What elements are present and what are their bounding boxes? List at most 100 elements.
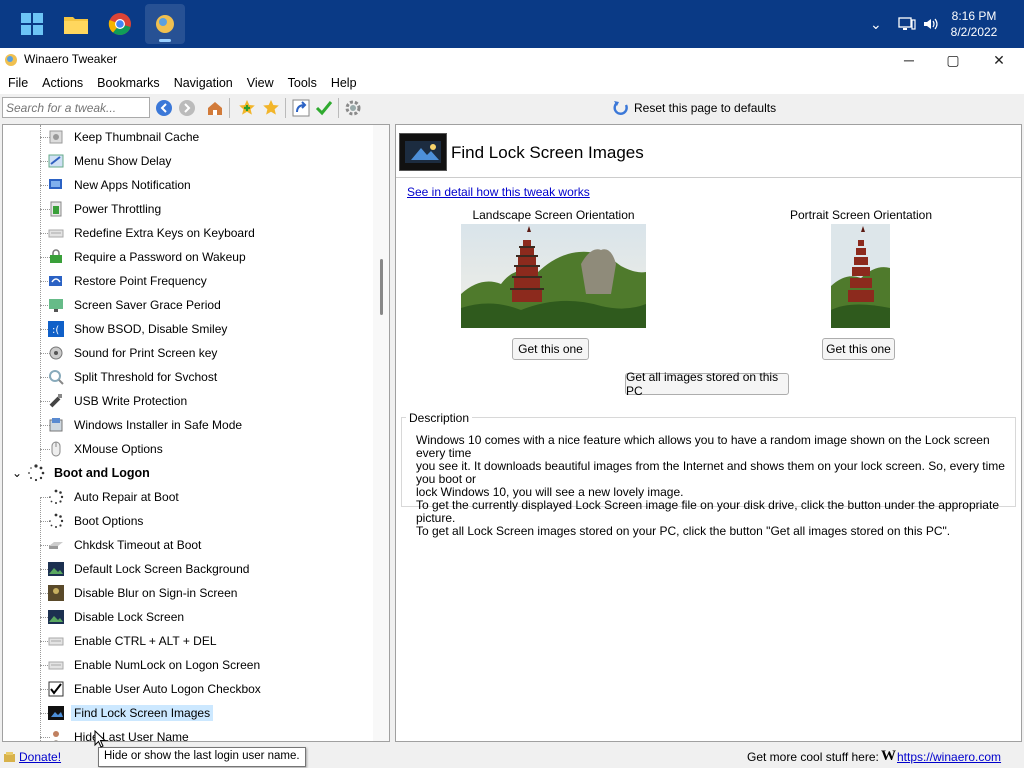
tree-item-default-lock-screen-background[interactable]: Default Lock Screen Background [47, 557, 252, 581]
tree-item-enable-numlock-on-logon-screen[interactable]: Enable NumLock on Logon Screen [47, 653, 263, 677]
tree-item-usb-write-protection[interactable]: USB Write Protection [47, 389, 190, 413]
windows-logo-icon [21, 13, 43, 35]
tree-item-power-throttling[interactable]: Power Throttling [47, 197, 164, 221]
add-bookmark-button[interactable] [237, 98, 257, 118]
tree-item-split-threshold-for-svchost[interactable]: Split Threshold for Svchost [47, 365, 220, 389]
screensaver-icon [47, 296, 65, 314]
tree-item-restore-point-frequency[interactable]: Restore Point Frequency [47, 269, 210, 293]
reset-page-button[interactable]: Reset this page to defaults [612, 98, 776, 118]
menu-actions[interactable]: Actions [35, 72, 90, 94]
tweak-content-panel: Find Lock Screen Images See in detail ho… [395, 124, 1022, 742]
tree-item-label: Windows Installer in Safe Mode [74, 418, 243, 432]
toolbar: Reset this page to defaults [0, 94, 1024, 122]
tree-item-new-apps-notification[interactable]: New Apps Notification [47, 173, 194, 197]
tree-item-screen-saver-grace-period[interactable]: Screen Saver Grace Period [47, 293, 224, 317]
home-icon [208, 102, 222, 115]
start-button[interactable] [12, 4, 52, 44]
password-icon [47, 248, 65, 266]
tree-item-windows-installer-in-safe-mode[interactable]: Windows Installer in Safe Mode [47, 413, 245, 437]
collapse-chevron-icon[interactable]: ⌄ [9, 466, 25, 480]
show-hidden-icons-button[interactable]: ⌄ [870, 0, 882, 48]
folder-icon [64, 17, 88, 34]
menu-help[interactable]: Help [324, 72, 364, 94]
tree-item-menu-show-delay[interactable]: Menu Show Delay [47, 149, 174, 173]
shortcut-button[interactable] [291, 98, 311, 118]
get-landscape-button[interactable]: Get this one [512, 338, 589, 360]
tree-item-require-a-password-on-wakeup[interactable]: Require a Password on Wakeup [47, 245, 249, 269]
star-icon [263, 100, 279, 115]
menu-tools[interactable]: Tools [281, 72, 324, 94]
menu-view[interactable]: View [240, 72, 281, 94]
tree-item-enable-ctrl-alt-del[interactable]: Enable CTRL + ALT + DEL [47, 629, 220, 653]
menu-bar: File Actions Bookmarks Navigation View T… [0, 72, 1024, 94]
tweak-tree[interactable]: Keep Thumbnail Cache Menu Show Delay New A… [2, 124, 390, 742]
donate-icon [4, 752, 15, 762]
taskbar: ⌄ 8:16 PM 8/2/2022 [0, 0, 1024, 48]
tree-item-redefine-extra-keys-on-keyboard[interactable]: Redefine Extra Keys on Keyboard [47, 221, 258, 245]
tree-item-label: XMouse Options [74, 442, 163, 456]
portrait-image [831, 224, 890, 328]
description-line: you see it. It downloads beautiful image… [416, 459, 1005, 486]
minimize-button[interactable]: ─ [886, 48, 932, 72]
tree-item-disable-blur-on-sign-in-screen[interactable]: Disable Blur on Sign-in Screen [47, 581, 240, 605]
tree-item-label: Enable NumLock on Logon Screen [74, 658, 261, 672]
page-title: Find Lock Screen Images [451, 143, 644, 162]
blur-icon [47, 584, 65, 602]
clock-time: 8:16 PM [951, 9, 997, 23]
chevron-up-icon: ⌄ [870, 15, 882, 32]
winaero-website-link[interactable]: https://winaero.com [897, 750, 1001, 764]
tree-item-chkdsk-timeout-at-boot[interactable]: Chkdsk Timeout at Boot [47, 533, 204, 557]
disk-icon [47, 536, 65, 554]
get-all-images-button[interactable]: Get all images stored on this PC [625, 370, 789, 398]
search-input[interactable] [2, 97, 150, 118]
tree-item-sound-for-print-screen-key[interactable]: Sound for Print Screen key [47, 341, 220, 365]
bsod-icon: :( [47, 320, 65, 338]
tree-item-label: Show BSOD, Disable Smiley [74, 322, 228, 336]
tree-scrollbar-thumb[interactable] [380, 259, 383, 315]
file-explorer-button[interactable] [56, 4, 96, 44]
tree-item-label: Menu Show Delay [74, 154, 172, 168]
installer-icon [47, 416, 65, 434]
winaero-icon [156, 15, 174, 33]
tree-item-auto-repair-at-boot[interactable]: Auto Repair at Boot [47, 485, 182, 509]
menu-delay-icon [47, 152, 65, 170]
maximize-button[interactable]: ▢ [930, 48, 976, 72]
volume-icon[interactable] [922, 0, 940, 48]
settings-button[interactable] [343, 98, 363, 118]
menu-bookmarks[interactable]: Bookmarks [90, 72, 167, 94]
tree-item-keep-thumbnail-cache[interactable]: Keep Thumbnail Cache [47, 125, 202, 149]
get-portrait-button[interactable]: Get this one [822, 338, 895, 360]
donate-link[interactable]: Donate! [19, 750, 61, 764]
tree-item-disable-lock-screen[interactable]: Disable Lock Screen [47, 605, 187, 629]
tree-item-find-lock-screen-images[interactable]: Find Lock Screen Images [47, 701, 214, 725]
apply-button[interactable] [314, 98, 334, 118]
tree-item-show-bsod-disable-smiley[interactable]: :( Show BSOD, Disable Smiley [47, 317, 230, 341]
home-button[interactable] [205, 98, 225, 118]
description-legend: Description [406, 411, 473, 425]
menu-file[interactable]: File [1, 72, 35, 94]
forward-button[interactable] [177, 98, 197, 118]
tree-item-label: Boot and Logon [54, 466, 150, 480]
gear-icon [345, 100, 361, 116]
network-icon[interactable] [898, 0, 916, 48]
tree-scrollbar[interactable] [373, 125, 389, 741]
close-button[interactable]: ✕ [976, 48, 1022, 72]
svchost-icon [47, 368, 65, 386]
bookmarks-button[interactable] [261, 98, 281, 118]
mouse-cursor-icon [94, 730, 106, 748]
menu-navigation[interactable]: Navigation [167, 72, 240, 94]
tree-item-enable-user-auto-logon-checkbox[interactable]: Enable User Auto Logon Checkbox [47, 677, 264, 701]
maximize-icon: ▢ [946, 51, 960, 68]
portrait-label: Portrait Screen Orientation [789, 208, 933, 222]
tree-item-xmouse-options[interactable]: XMouse Options [47, 437, 166, 461]
tree-item-boot-options[interactable]: Boot Options [47, 509, 146, 533]
chrome-button[interactable] [100, 4, 140, 44]
tree-item-hide-last-user-name[interactable]: Hide Last User Name [47, 725, 192, 741]
tweak-detail-link[interactable]: See in detail how this tweak works [407, 185, 590, 199]
clock[interactable]: 8:16 PM 8/2/2022 [944, 8, 1004, 40]
winaero-taskbar-button[interactable] [145, 4, 185, 44]
back-button[interactable] [154, 98, 174, 118]
winaero-logo-icon: W [881, 748, 896, 764]
tree-category-boot-and-logon[interactable]: ⌄ Boot and Logon [9, 461, 153, 485]
description-line: To get all Lock Screen images stored on … [416, 524, 951, 538]
